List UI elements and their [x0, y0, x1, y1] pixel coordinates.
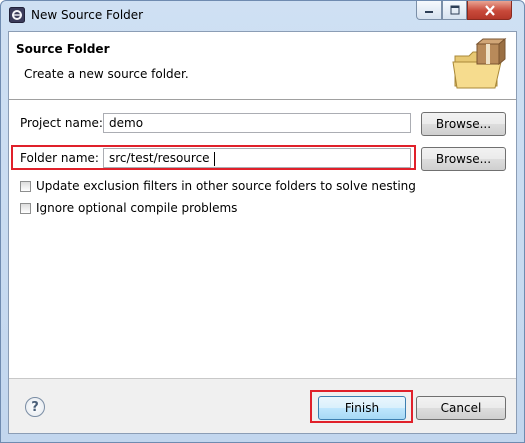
finish-button[interactable]: Finish: [318, 396, 406, 420]
ignore-optional-label[interactable]: Ignore optional compile problems: [36, 201, 237, 215]
folder-name-input[interactable]: src/test/resource: [103, 148, 411, 168]
project-name-input[interactable]: demo: [103, 113, 411, 133]
update-exclusion-label[interactable]: Update exclusion filters in other source…: [36, 179, 416, 193]
folder-name-label: Folder name:: [20, 151, 99, 165]
title-bar[interactable]: New Source Folder: [1, 1, 524, 31]
folder-package-icon: [452, 38, 507, 89]
dialog-window: New Source Folder Source Folder Create a…: [0, 0, 525, 443]
close-button[interactable]: [467, 1, 512, 20]
page-description: Create a new source folder.: [24, 67, 189, 81]
project-browse-button[interactable]: Browse...: [421, 112, 506, 136]
minimize-icon: [425, 11, 433, 13]
text-caret: [214, 152, 215, 166]
wizard-body: Project name: demo Browse... Folder name…: [9, 100, 516, 379]
page-title: Source Folder: [16, 42, 110, 56]
cancel-button[interactable]: Cancel: [416, 396, 506, 420]
help-button[interactable]: ?: [25, 397, 45, 417]
dialog-client-area: Source Folder Create a new source folder…: [8, 31, 517, 434]
project-name-label: Project name:: [20, 116, 103, 130]
help-icon: ?: [31, 399, 39, 415]
maximize-icon: [450, 5, 459, 15]
close-icon: [484, 4, 495, 16]
ignore-optional-checkbox[interactable]: [20, 203, 31, 214]
folder-name-value: src/test/resource: [109, 151, 210, 165]
folder-browse-button[interactable]: Browse...: [421, 147, 506, 171]
minimize-button[interactable]: [416, 1, 442, 20]
update-exclusion-checkbox[interactable]: [20, 181, 31, 192]
maximize-button[interactable]: [442, 1, 467, 20]
window-title: New Source Folder: [31, 8, 144, 22]
wizard-header: Source Folder Create a new source folder…: [9, 32, 516, 100]
eclipse-icon: [9, 7, 25, 23]
